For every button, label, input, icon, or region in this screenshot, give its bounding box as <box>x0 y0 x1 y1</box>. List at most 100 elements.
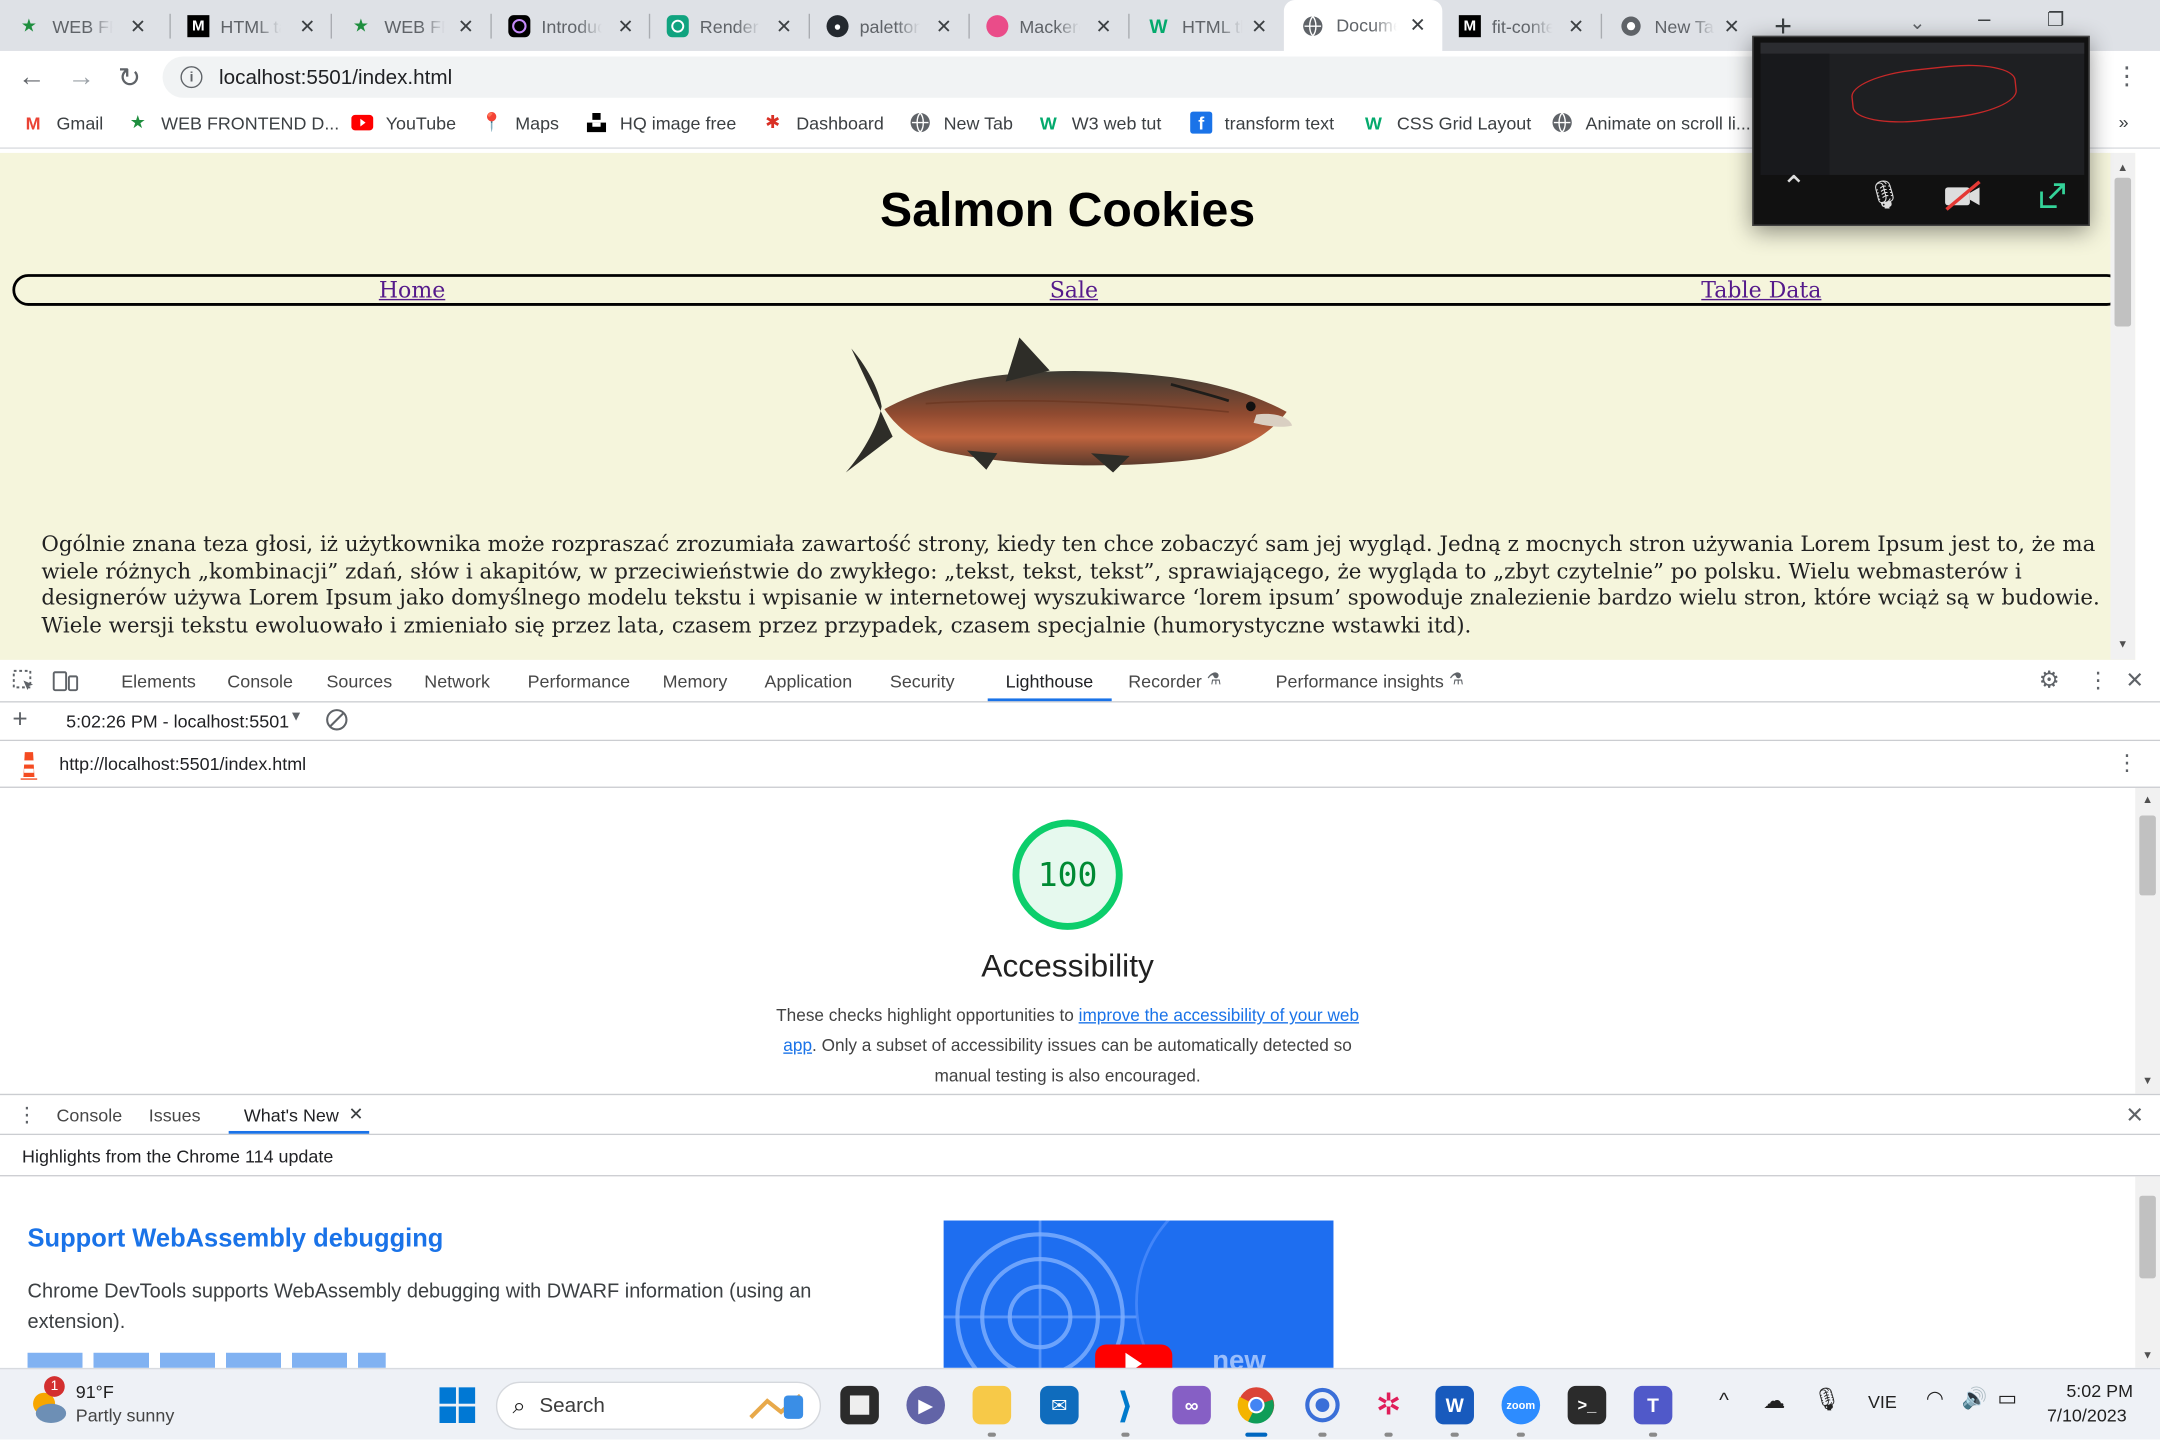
close-tab-icon[interactable]: ✕ <box>299 14 315 37</box>
close-drawer-icon[interactable]: ✕ <box>2126 1102 2144 1130</box>
minimize-icon[interactable]: – <box>1978 8 1990 33</box>
browser-tab[interactable]: W HTML the ✕ <box>1130 6 1284 47</box>
drawer-tab-console[interactable]: Console <box>56 1105 122 1126</box>
tab-security[interactable]: Security <box>890 671 955 692</box>
weather-description[interactable]: Partly sunny <box>76 1405 175 1426</box>
mail-icon[interactable]: ✉ <box>1040 1385 1079 1425</box>
menu-icon[interactable]: ⋮ <box>2115 62 2140 91</box>
vscode-icon[interactable]: ⟩ <box>1106 1384 1145 1425</box>
back-icon[interactable]: ← <box>17 61 47 92</box>
wifi-icon[interactable]: ◠ <box>1926 1386 1944 1410</box>
nav-table-data-link[interactable]: Table Data <box>1701 277 1821 303</box>
settings-gear-icon[interactable]: ⚙ <box>2039 667 2060 695</box>
language-indicator[interactable]: VIE <box>1868 1391 1897 1412</box>
close-tab-icon[interactable]: ✕ <box>1096 14 1112 37</box>
browser-tab[interactable]: M fit-content ✕ <box>1442 6 1600 47</box>
clock-time[interactable]: 5:02 PM <box>2066 1380 2133 1401</box>
tab-console[interactable]: Console <box>227 671 293 692</box>
zoom-icon[interactable]: zoom <box>1501 1385 1541 1425</box>
bookmark-animate[interactable]: Animate on scroll li... <box>1551 112 1751 134</box>
video-chat-icon[interactable]: ▶ <box>906 1385 945 1425</box>
whats-new-scrollbar[interactable]: ▲ ▼ <box>2135 1176 2160 1368</box>
whats-new-scrollbar-thumb[interactable] <box>2139 1195 2156 1279</box>
next-feature-title[interactable] <box>27 1352 386 1368</box>
bookmark-web-frontend[interactable]: ★ WEB FRONTEND D... <box>127 112 340 134</box>
site-info-icon[interactable]: i <box>180 66 203 89</box>
tab-network[interactable]: Network <box>424 671 490 692</box>
tab-sources[interactable]: Sources <box>326 671 392 692</box>
tab-recorder[interactable]: Recorder <box>1128 671 1202 692</box>
start-icon[interactable] <box>438 1386 477 1425</box>
page-scrollbar-thumb[interactable] <box>2114 177 2132 327</box>
close-tab-icon[interactable]: ✕ <box>1724 14 1740 37</box>
browser-tab[interactable]: M HTML table ✕ <box>171 6 332 47</box>
drawer-tab-issues[interactable]: Issues <box>149 1105 201 1126</box>
close-tab-icon[interactable]: ✕ <box>618 14 634 37</box>
tab-performance[interactable]: Performance <box>528 671 631 692</box>
bookmark-w3[interactable]: W W3 web tut <box>1037 112 1161 134</box>
slack-icon[interactable]: ✲ <box>1369 1386 1408 1425</box>
browser-tab-active[interactable]: Document ✕ <box>1283 0 1443 51</box>
scroll-down-icon[interactable]: ▼ <box>2142 1349 2153 1361</box>
expand-controls-icon[interactable]: ⌃ <box>1781 169 1806 205</box>
close-tab-icon[interactable]: ✕ <box>1251 14 1267 37</box>
drawer-tab-whats-new[interactable]: What's New <box>244 1105 339 1126</box>
chrome-icon[interactable] <box>1237 1386 1276 1425</box>
tab-performance-insights[interactable]: Performance insights <box>1276 671 1444 692</box>
bookmark-hq-image[interactable]: HQ image free <box>585 112 736 134</box>
tab-application[interactable]: Application <box>765 671 853 692</box>
feature-title[interactable]: Support WebAssembly debugging <box>28 1223 444 1253</box>
volume-icon[interactable]: 🔊 <box>1962 1386 1988 1410</box>
tab-elements[interactable]: Elements <box>121 671 196 692</box>
nav-home-link[interactable]: Home <box>379 277 445 303</box>
visual-studio-icon[interactable]: ∞ <box>1172 1385 1211 1425</box>
tab-lighthouse[interactable]: Lighthouse <box>1006 671 1094 692</box>
report-scrollbar-thumb[interactable] <box>2139 815 2156 896</box>
bookmark-youtube[interactable]: YouTube <box>351 112 456 134</box>
forward-icon[interactable]: → <box>66 61 96 92</box>
bookmark-css-grid[interactable]: W CSS Grid Layout <box>1362 112 1531 134</box>
tab-search-icon[interactable]: ⌄ <box>1909 11 1925 34</box>
close-drawer-tab-icon[interactable]: ✕ <box>349 1103 364 1125</box>
weather-widget-icon[interactable]: 1 <box>25 1376 69 1425</box>
floating-meeting-window[interactable]: ⌃ 🎙 <box>1752 35 2090 226</box>
close-tab-icon[interactable]: ✕ <box>130 14 146 37</box>
dropdown-arrow-icon[interactable]: ▼ <box>289 709 303 724</box>
microphone-icon[interactable]: 🎙 <box>1867 178 1902 212</box>
bookmark-dashboard[interactable]: ✱ Dashboard <box>762 112 884 134</box>
microphone-icon[interactable]: 🎙 <box>1813 1386 1841 1414</box>
tab-memory[interactable]: Memory <box>663 671 728 692</box>
browser-tab[interactable]: ★ WEB FRONTEND ✕ <box>0 6 163 47</box>
show-hidden-icons[interactable]: ^ <box>1719 1389 1729 1412</box>
bookmarks-overflow[interactable]: » <box>2119 112 2129 133</box>
bookmark-maps[interactable]: 📍 Maps <box>481 112 559 134</box>
clear-icon[interactable] <box>325 708 348 736</box>
scroll-down-icon[interactable]: ▼ <box>2142 1074 2153 1086</box>
close-devtools-icon[interactable]: ✕ <box>2126 667 2144 695</box>
return-to-tab-icon[interactable] <box>2037 180 2067 217</box>
device-toolbar-icon[interactable] <box>52 669 80 699</box>
camera-off-icon[interactable] <box>1944 180 1983 217</box>
browser-tab[interactable]: Mackerel ✕ <box>970 6 1128 47</box>
report-scrollbar[interactable]: ▲ ▼ <box>2135 787 2160 1094</box>
new-report-icon[interactable]: + <box>12 705 27 735</box>
bookmark-transform-text[interactable]: f transform text <box>1190 111 1334 134</box>
onedrive-icon[interactable]: ☁ <box>1763 1387 1785 1415</box>
browser-tab[interactable]: Render ✕ <box>650 6 808 47</box>
battery-icon[interactable]: ▭ <box>1997 1386 2017 1410</box>
word-icon[interactable]: W <box>1435 1385 1474 1425</box>
scroll-up-icon[interactable]: ▲ <box>2117 161 2128 173</box>
browser-tab[interactable]: Introduction ✕ <box>492 6 650 47</box>
close-tab-icon[interactable]: ✕ <box>1568 14 1584 37</box>
drawer-menu-icon[interactable]: ⋮ <box>17 1102 38 1126</box>
globe-icon[interactable] <box>1303 1386 1342 1425</box>
browser-tab[interactable]: ● paletton ✕ <box>810 6 968 47</box>
bookmark-gmail[interactable]: M Gmail <box>22 112 104 134</box>
terminal-icon[interactable]: >_ <box>1567 1385 1607 1425</box>
reload-icon[interactable]: ↻ <box>114 62 144 93</box>
feature-video-thumbnail[interactable]: new <box>943 1220 1334 1368</box>
browser-tab[interactable]: New Tab ✕ <box>1602 6 1756 47</box>
teams-icon[interactable]: T <box>1633 1385 1673 1425</box>
close-tab-icon[interactable]: ✕ <box>1410 14 1426 37</box>
nav-sale-link[interactable]: Sale <box>1050 277 1098 303</box>
